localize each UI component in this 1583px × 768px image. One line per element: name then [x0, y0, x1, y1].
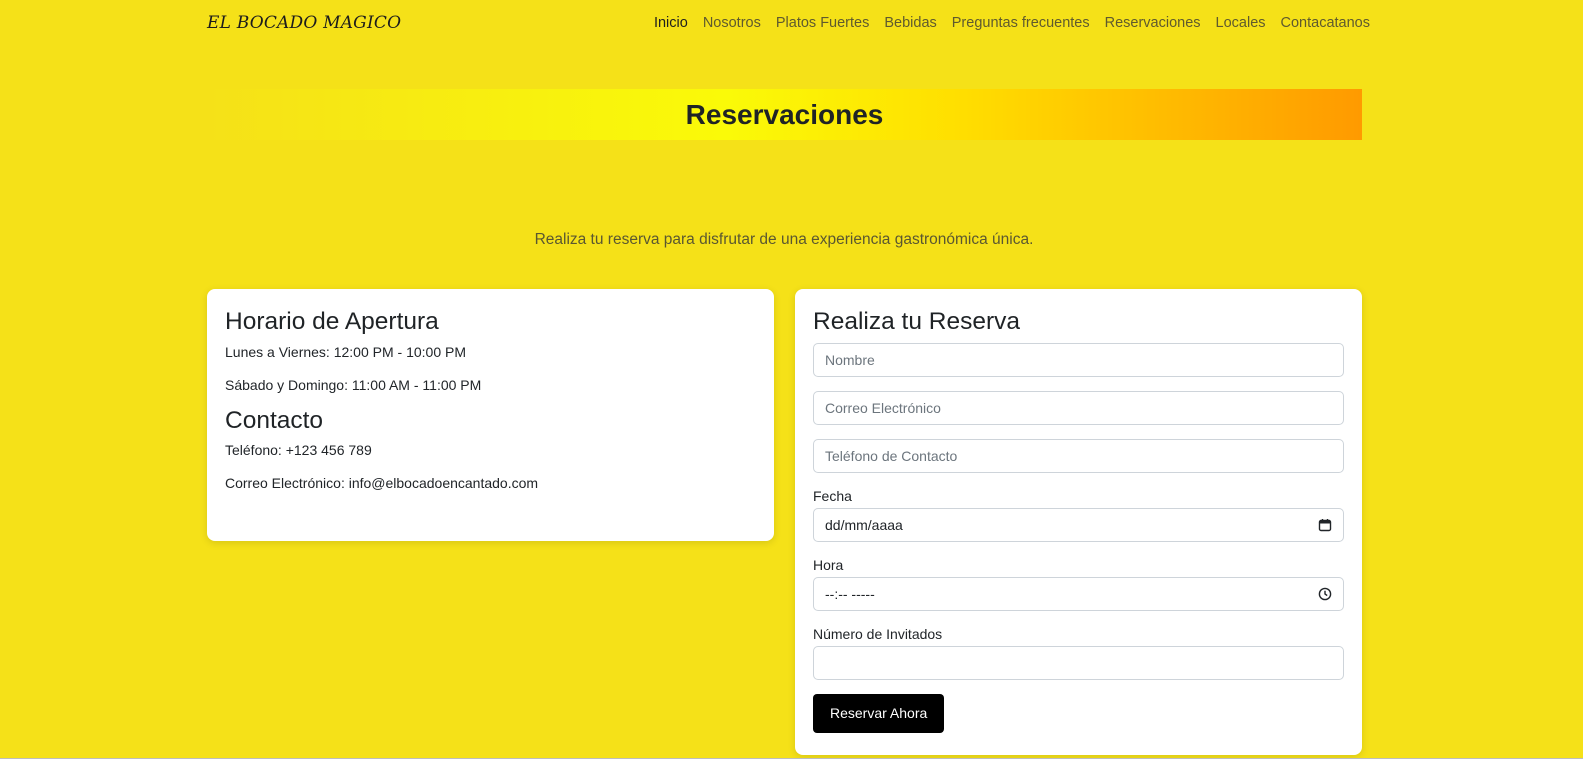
nav-item-inicio[interactable]: Inicio [654, 15, 688, 31]
phone-input[interactable]: Teléfono de Contacto [813, 439, 1344, 473]
nav-item-preguntas-frecuentes[interactable]: Preguntas frecuentes [952, 15, 1090, 31]
phone-placeholder: Teléfono de Contacto [825, 448, 958, 464]
intro-text: Realiza tu reserva para disfrutar de una… [534, 231, 1034, 248]
time-input[interactable]: --:-- ----- [813, 577, 1344, 611]
nav-item-platos-fuertes[interactable]: Platos Fuertes [776, 15, 870, 31]
page-title: Reservaciones [685, 98, 884, 130]
date-input[interactable]: dd/mm/aaaa [813, 508, 1344, 542]
brand-logo[interactable]: EL BOCADO MAGICO [207, 13, 401, 33]
date-value: dd/mm/aaaa [825, 517, 903, 533]
main-nav: Inicio Nosotros Platos Fuertes Bebidas P… [654, 15, 1370, 31]
nav-item-contactanos[interactable]: Contacatanos [1281, 15, 1370, 31]
nav-item-bebidas[interactable]: Bebidas [884, 15, 936, 31]
guests-input[interactable] [813, 646, 1344, 680]
date-label: Fecha [813, 488, 852, 504]
email-placeholder: Correo Electrónico [825, 400, 941, 416]
weekday-hours: Lunes a Viernes: 12:00 PM - 10:00 PM [225, 344, 466, 360]
weekend-hours: Sábado y Domingo: 11:00 AM - 11:00 PM [225, 377, 482, 393]
contact-email: Correo Electrónico: info@elbocadoencanta… [225, 475, 539, 491]
email-input[interactable]: Correo Electrónico [813, 391, 1344, 425]
contact-heading: Contacto [225, 407, 324, 434]
info-card: Horario de Apertura Lunes a Viernes: 12:… [207, 289, 774, 541]
nav-item-nosotros[interactable]: Nosotros [703, 15, 761, 31]
nav-item-reservaciones[interactable]: Reservaciones [1105, 15, 1201, 31]
name-placeholder: Nombre [825, 352, 875, 368]
hours-heading: Horario de Apertura [225, 308, 439, 335]
clock-icon[interactable] [1318, 587, 1332, 601]
calendar-icon[interactable] [1318, 518, 1332, 532]
form-heading: Realiza tu Reserva [813, 308, 1020, 335]
reserve-now-button[interactable]: Reservar Ahora [813, 694, 945, 733]
reservation-form-card: Realiza tu Reserva Nombre Correo Electró… [795, 289, 1362, 755]
time-label: Hora [813, 557, 844, 573]
contact-phone: Teléfono: +123 456 789 [225, 442, 372, 458]
name-input[interactable]: Nombre [813, 343, 1344, 377]
time-value: --:-- ----- [825, 586, 875, 602]
navbar: EL BOCADO MAGICO Inicio Nosotros Platos … [0, 0, 1583, 50]
nav-item-locales[interactable]: Locales [1216, 15, 1266, 31]
guests-label: Número de Invitados [813, 626, 943, 642]
page-banner: Reservaciones [207, 89, 1362, 140]
